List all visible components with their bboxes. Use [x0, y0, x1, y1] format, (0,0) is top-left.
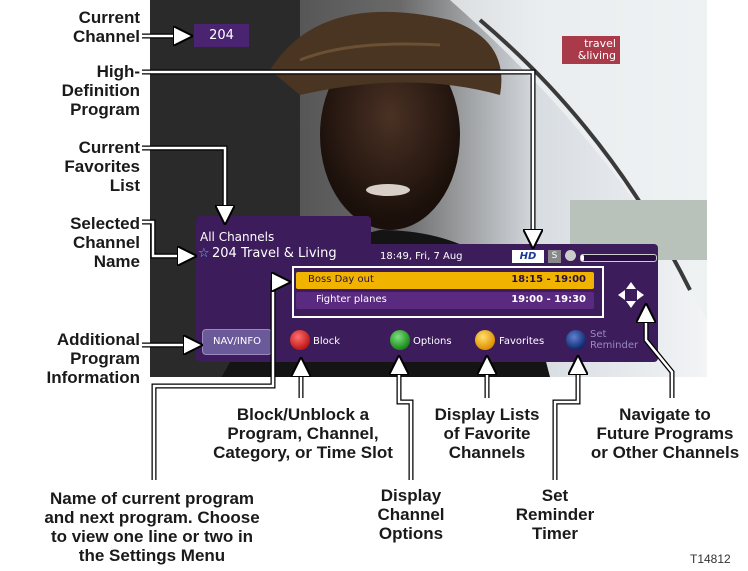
red-button[interactable]	[290, 330, 310, 350]
callout-navigate: Navigate to Future Programs or Other Chann…	[590, 405, 740, 462]
clock-icon	[565, 250, 576, 261]
favorites-label: Favorites	[499, 336, 545, 347]
travel-living-logo: travel &living	[562, 36, 620, 64]
figure-id: T14812	[690, 552, 731, 566]
channel-number-chip: 204	[194, 24, 249, 47]
next-program-time: 19:00 - 19:30	[511, 294, 586, 305]
nav-info-button[interactable]: NAV/INFO	[202, 329, 272, 355]
callout-reminder: Set Reminder Timer	[515, 486, 595, 543]
channel-name: 204 Travel & Living	[212, 246, 337, 261]
current-program-title: Boss Day out	[308, 274, 374, 285]
hd-badge: HD	[512, 250, 544, 263]
favorites-list-name: All Channels	[200, 230, 275, 244]
tv-screen: 204 travel &living All Channels ☆ 204 Tra…	[150, 0, 707, 377]
callout-channel-options: Display Channel Options	[377, 486, 445, 543]
yellow-button[interactable]	[475, 330, 495, 350]
current-program-row[interactable]: Boss Day out 18:15 - 19:00	[296, 272, 594, 289]
set-reminder-label: Set Reminder	[590, 329, 639, 351]
callout-additional-info: Additional Program Information	[46, 330, 141, 387]
callout-display-lists: Display Lists of Favorite Channels	[434, 405, 540, 462]
callout-current-channel: Current Channel	[72, 8, 140, 46]
progress-bar	[580, 254, 657, 262]
green-button[interactable]	[390, 330, 410, 350]
options-label: Options	[413, 336, 452, 347]
star-icon: ☆	[198, 246, 210, 261]
current-program-time: 18:15 - 19:00	[511, 274, 586, 285]
blue-button[interactable]	[566, 330, 586, 350]
callout-hd-program: High- Definition Program	[61, 62, 140, 119]
date-time: 18:49, Fri, 7 Aug	[380, 251, 463, 262]
s-badge: S	[548, 250, 561, 263]
block-label: Block	[313, 336, 341, 347]
callout-program-name: Name of current program and next program.…	[44, 489, 260, 565]
navigation-arrows-icon	[618, 282, 644, 308]
next-program-row[interactable]: Fighter planes 19:00 - 19:30	[296, 292, 594, 309]
progress-bar-fill	[581, 255, 584, 261]
callout-block: Block/Unblock a Program, Channel, Category…	[213, 405, 393, 462]
callout-selected-channel-name: Selected Channel Name	[70, 214, 140, 271]
next-program-title: Fighter planes	[316, 294, 387, 305]
callout-favorites-list: Current Favorites List	[64, 138, 140, 195]
